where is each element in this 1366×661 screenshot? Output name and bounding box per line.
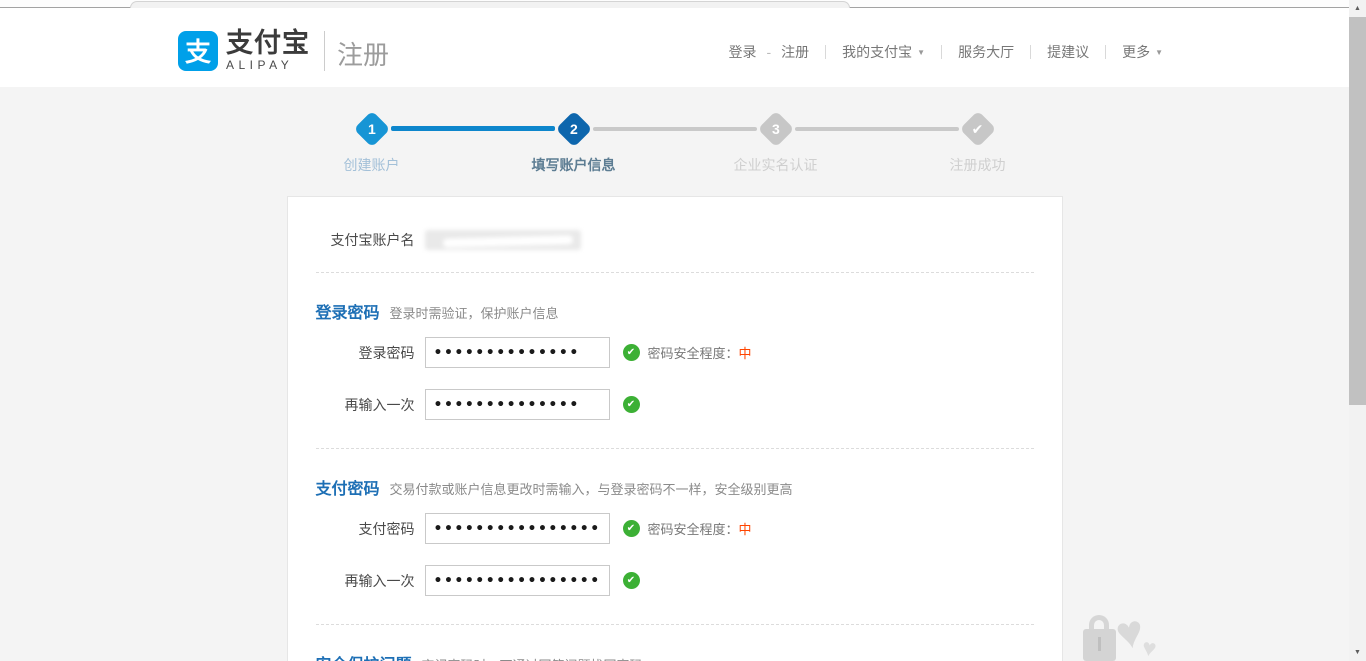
section-divider: [316, 272, 1034, 273]
chevron-down-icon[interactable]: ▼: [917, 48, 925, 57]
browser-viewport: 支 支付宝 ALIPAY 注册 登录 - 注册 我的支付宝 ▼ 服务大厅 提建议: [0, 0, 1366, 661]
decorative-graphics: ♥ ♥: [1080, 615, 1180, 661]
vertical-scrollbar[interactable]: ▲ ▼: [1349, 0, 1366, 661]
pay-password-input[interactable]: [425, 513, 610, 544]
alipay-logo[interactable]: 支 支付宝 ALIPAY 注册: [178, 29, 389, 72]
password-strength-text: 密码安全程度：中: [648, 343, 752, 362]
scrollbar-up-arrow-icon[interactable]: ▲: [1349, 0, 1366, 17]
pay-password-row: 支付密码 ✔ 密码安全程度：中: [288, 513, 1062, 544]
nav-separator: [1105, 45, 1106, 59]
registration-step-indicator: 1 创建账户 2 填写账户信息 3 企业实名认证 ✔: [0, 87, 1349, 187]
page-title: 注册: [337, 35, 389, 72]
chevron-down-icon[interactable]: ▼: [1155, 48, 1163, 57]
strength-level-value: 中: [739, 522, 752, 537]
login-password-section-title: 登录密码: [316, 299, 380, 323]
password-strength-text: 密码安全程度：中: [648, 519, 752, 538]
valid-check-icon: ✔: [623, 396, 640, 413]
nav-separator: [1030, 45, 1031, 59]
nav-register-link[interactable]: 注册: [781, 42, 809, 62]
login-password-confirm-label: 再输入一次: [288, 395, 415, 415]
pay-password-label: 支付密码: [288, 519, 415, 539]
step-1-label: 创建账户: [292, 155, 452, 175]
pay-password-confirm-input[interactable]: [425, 565, 610, 596]
login-password-row: 登录密码 ✔ 密码安全程度：中: [288, 337, 1062, 368]
pay-password-section-title: 支付密码: [316, 475, 380, 499]
valid-check-icon: ✔: [623, 520, 640, 537]
brand-name-en: ALIPAY: [226, 58, 310, 72]
nav-service-hall-link[interactable]: 服务大厅: [958, 42, 1014, 62]
step-4-badge: ✔: [959, 111, 996, 148]
section-divider: [316, 624, 1034, 625]
login-password-section-header: 登录密码 登录时需验证，保护账户信息: [288, 299, 1062, 323]
nav-separator: [941, 45, 942, 59]
nav-separator: [825, 45, 826, 59]
account-name-redacted-value: [425, 230, 581, 250]
step-register-success: ✔ 注册成功: [959, 110, 997, 148]
browser-tab[interactable]: [130, 1, 850, 8]
scrollbar-down-arrow-icon[interactable]: ▼: [1349, 644, 1366, 661]
alipay-logo-icon: 支: [178, 31, 218, 71]
nav-more-link[interactable]: 更多: [1122, 42, 1150, 62]
pay-password-section-header: 支付密码 交易付款或账户信息更改时需输入，与登录密码不一样，安全级别更高: [288, 475, 1062, 499]
account-name-row: 支付宝账户名: [288, 230, 1062, 250]
step-enterprise-verify: 3 企业实名认证: [757, 110, 795, 148]
security-question-section-header: 安全保护问题 忘记密码时，可通过回答问题找回密码: [288, 651, 1062, 661]
step-connector: [795, 127, 959, 131]
pay-password-section-desc: 交易付款或账户信息更改时需输入，与登录密码不一样，安全级别更高: [390, 479, 793, 498]
login-password-confirm-row: 再输入一次 ✔: [288, 389, 1062, 420]
step-3-label: 企业实名认证: [696, 155, 856, 175]
valid-check-icon: ✔: [623, 572, 640, 589]
account-info-form-card: 支付宝账户名 登录密码 登录时需验证，保护账户信息 登录密码 ✔ 密码安全程度：…: [287, 196, 1063, 661]
pay-password-confirm-row: 再输入一次 ✔: [288, 565, 1062, 596]
login-password-section-desc: 登录时需验证，保护账户信息: [390, 303, 559, 322]
nav-login-link[interactable]: 登录: [728, 42, 756, 62]
login-password-confirm-input[interactable]: [425, 389, 610, 420]
security-question-section-title: 安全保护问题: [316, 651, 412, 661]
nav-feedback-link[interactable]: 提建议: [1047, 42, 1089, 62]
strength-level-value: 中: [739, 346, 752, 361]
nav-my-alipay-link[interactable]: 我的支付宝: [842, 42, 912, 62]
step-create-account: 1 创建账户: [353, 110, 391, 148]
pay-password-confirm-label: 再输入一次: [288, 571, 415, 591]
account-name-label: 支付宝账户名: [288, 230, 415, 250]
step-1-badge: 1: [353, 111, 390, 148]
valid-check-icon: ✔: [623, 344, 640, 361]
brand-text: 支付宝 ALIPAY: [226, 30, 310, 72]
browser-top-strip: [0, 0, 1366, 8]
check-icon: ✔: [972, 120, 984, 137]
step-4-label: 注册成功: [898, 155, 1058, 175]
site-header: 支 支付宝 ALIPAY 注册 登录 - 注册 我的支付宝 ▼ 服务大厅 提建议: [0, 8, 1349, 87]
top-nav: 登录 - 注册 我的支付宝 ▼ 服务大厅 提建议 更多 ▼: [728, 42, 1163, 62]
heart-icon: ♥: [1140, 634, 1158, 661]
step-2-badge: 2: [555, 111, 592, 148]
brand-name-cn: 支付宝: [226, 30, 310, 57]
step-3-badge: 3: [757, 111, 794, 148]
login-password-label: 登录密码: [288, 343, 415, 363]
scrollbar-thumb[interactable]: [1349, 17, 1366, 405]
step-connector: [593, 127, 757, 131]
login-password-input[interactable]: [425, 337, 610, 368]
logo-divider: [324, 31, 325, 71]
step-connector-active: [391, 126, 555, 131]
section-divider: [316, 448, 1034, 449]
step-fill-account-info: 2 填写账户信息: [555, 110, 593, 148]
nav-dash: -: [766, 44, 771, 60]
step-2-label: 填写账户信息: [494, 155, 654, 175]
security-question-section-desc: 忘记密码时，可通过回答问题找回密码: [422, 655, 643, 661]
